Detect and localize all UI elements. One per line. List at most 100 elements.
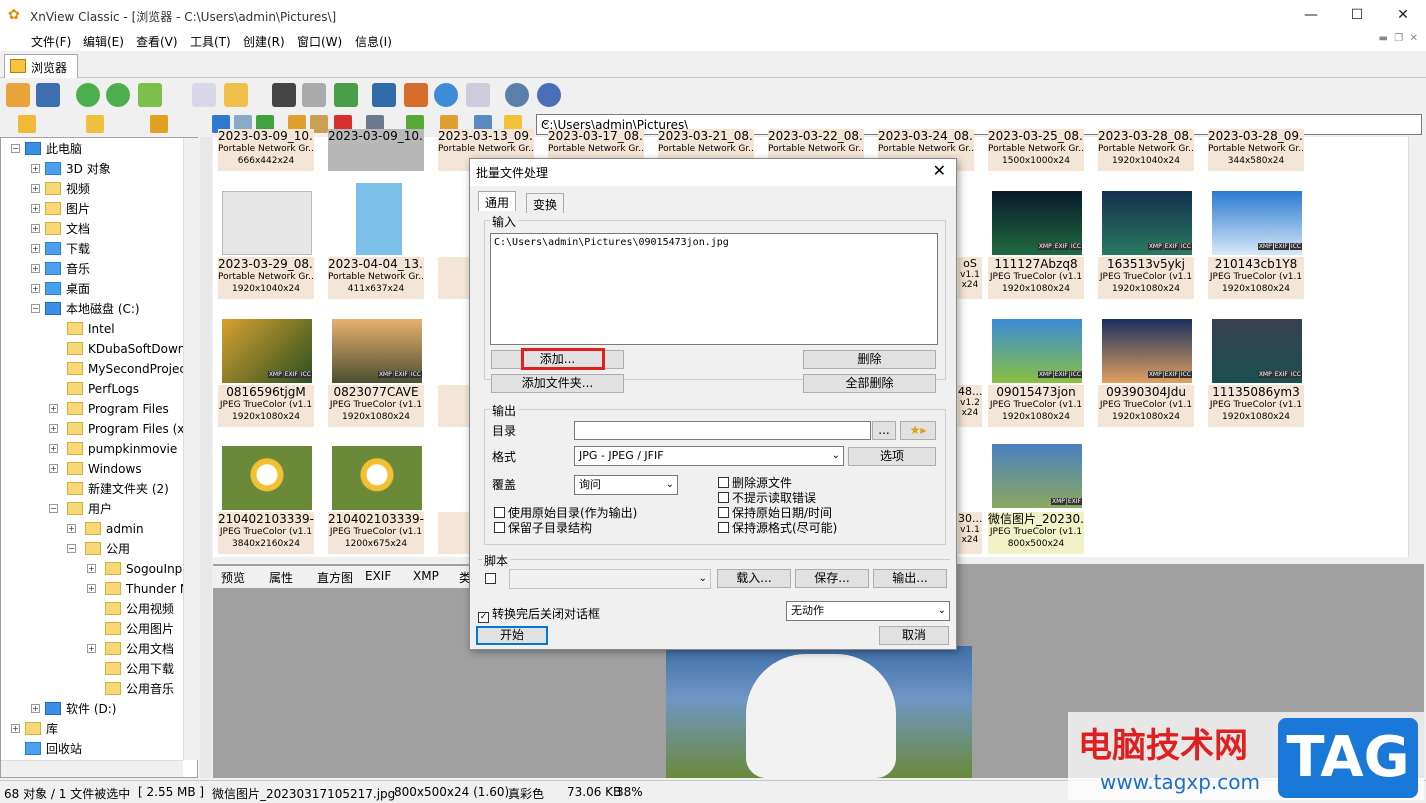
pane-splitter[interactable] bbox=[200, 137, 212, 778]
categories-pane-icon[interactable] bbox=[150, 115, 168, 133]
remove-all-button[interactable]: 全部删除 bbox=[803, 374, 936, 393]
tree-item[interactable]: − 用户 bbox=[49, 499, 112, 519]
print-icon[interactable] bbox=[302, 83, 326, 107]
file-list-item[interactable]: C:\Users\admin\Pictures\09015473jon.jpg bbox=[494, 237, 729, 248]
tree-item[interactable]: + Program Files (x bbox=[49, 419, 184, 439]
overwrite-select[interactable]: 询问 ⌄ bbox=[574, 475, 678, 495]
tree-item[interactable]: + Thunder N bbox=[87, 579, 189, 599]
capture-icon[interactable] bbox=[372, 83, 396, 107]
start-button[interactable]: 开始 bbox=[476, 626, 548, 645]
mdi-controls[interactable]: ▬ ❐ ✕ bbox=[1378, 33, 1418, 44]
refresh-icon[interactable] bbox=[76, 83, 100, 107]
tree-item[interactable]: + 下载 bbox=[31, 239, 90, 259]
tree-item[interactable]: 回收站 bbox=[11, 739, 82, 759]
tree-item[interactable]: + admin bbox=[67, 519, 144, 539]
tree-item[interactable]: 公用图片 bbox=[105, 619, 174, 639]
tree-item[interactable]: + 图片 bbox=[31, 199, 90, 219]
tree-item[interactable]: + 视频 bbox=[31, 179, 90, 199]
directory-input[interactable] bbox=[574, 421, 871, 440]
convert-icon[interactable] bbox=[334, 83, 358, 107]
tab-properties[interactable]: 属性 bbox=[269, 569, 293, 586]
menu-tools[interactable]: 工具(T) bbox=[190, 33, 231, 50]
tree-horizontal-scrollbar[interactable] bbox=[1, 760, 183, 777]
tree-item[interactable]: − 公用 bbox=[67, 539, 130, 559]
favorites-pane-icon[interactable] bbox=[86, 115, 104, 133]
tree-item[interactable]: + 桌面 bbox=[31, 279, 90, 299]
keep-format-checkbox[interactable]: 保持源格式(尽可能) bbox=[718, 519, 837, 536]
recycle-bin-icon bbox=[25, 742, 41, 755]
dialog-close-button[interactable]: ✕ bbox=[933, 161, 946, 180]
remove-button[interactable]: 删除 bbox=[803, 350, 936, 369]
menu-file[interactable]: 文件(F) bbox=[31, 33, 71, 50]
tree-vertical-scrollbar[interactable] bbox=[183, 138, 198, 760]
import-icon[interactable] bbox=[138, 83, 162, 107]
keep-subdir-checkbox[interactable]: 保留子目录结构 bbox=[494, 519, 592, 536]
script-select[interactable]: ⌄ bbox=[509, 569, 711, 589]
tree-item[interactable]: + Program Files bbox=[49, 399, 169, 419]
dialog-title: 批量文件处理 bbox=[476, 166, 549, 180]
slideshow-icon[interactable] bbox=[404, 83, 428, 107]
menu-edit[interactable]: 编辑(E) bbox=[83, 33, 124, 50]
load-button[interactable]: 载入... bbox=[717, 569, 791, 588]
tab-exif[interactable]: EXIF bbox=[365, 569, 391, 583]
folders-pane-icon[interactable] bbox=[18, 115, 36, 133]
tree-item[interactable]: PerfLogs bbox=[67, 379, 139, 399]
thumbnail-image bbox=[222, 446, 312, 510]
menu-window[interactable]: 窗口(W) bbox=[297, 33, 342, 50]
tree-item[interactable]: − 此电脑 bbox=[11, 139, 82, 159]
tree-item[interactable]: − 本地磁盘 (C:) bbox=[31, 299, 140, 319]
web-icon[interactable] bbox=[434, 83, 458, 107]
tree-item[interactable]: + 文档 bbox=[31, 219, 90, 239]
menu-view[interactable]: 查看(V) bbox=[136, 33, 178, 50]
settings-icon[interactable] bbox=[505, 83, 529, 107]
binoculars-icon[interactable] bbox=[272, 83, 296, 107]
open-icon[interactable] bbox=[224, 83, 248, 107]
tab-general[interactable]: 通用 bbox=[478, 191, 517, 211]
fullscreen-icon[interactable] bbox=[36, 83, 60, 107]
tree-item[interactable]: +3D 对象 bbox=[31, 159, 111, 179]
browse-button[interactable]: ... bbox=[872, 421, 896, 440]
tree-item[interactable]: MySecondProjec bbox=[67, 359, 186, 379]
tree-item[interactable]: 公用视频 bbox=[105, 599, 174, 619]
options-button[interactable]: 选项 bbox=[848, 447, 936, 466]
browser-icon[interactable] bbox=[6, 83, 30, 107]
info-doc-icon[interactable] bbox=[192, 83, 216, 107]
cancel-button[interactable]: 取消 bbox=[879, 626, 949, 645]
save-script-button[interactable]: 保存... bbox=[795, 569, 869, 588]
tab-histogram[interactable]: 直方图 bbox=[317, 569, 353, 586]
thumbnail-scrollbar[interactable] bbox=[1408, 137, 1424, 557]
post-action-select[interactable]: 无动作 ⌄ bbox=[786, 601, 950, 621]
tab-browser[interactable]: 浏览器 bbox=[4, 54, 78, 78]
maximize-button[interactable]: ☐ bbox=[1334, 0, 1380, 31]
chevron-down-icon[interactable]: ⌄ bbox=[541, 115, 1419, 128]
close-after-checkbox[interactable]: ✓ 转换完后关闭对话框 bbox=[478, 605, 600, 623]
script-enable-checkbox[interactable] bbox=[485, 572, 499, 586]
tree-item[interactable]: 公用音乐 bbox=[105, 679, 174, 699]
tree-item[interactable]: KDubaSoftDown bbox=[67, 339, 185, 359]
rotate-icon[interactable] bbox=[106, 83, 130, 107]
tree-item[interactable]: + Windows bbox=[49, 459, 142, 479]
tree-item[interactable]: + SogouInp bbox=[87, 559, 182, 579]
tree-item[interactable]: 公用下载 bbox=[105, 659, 174, 679]
file-list[interactable]: C:\Users\admin\Pictures\09015473jon.jpg bbox=[490, 233, 938, 345]
close-button[interactable]: ✕ bbox=[1380, 0, 1426, 31]
favorite-dir-button[interactable]: ★▸ bbox=[900, 421, 936, 440]
tree-item[interactable]: 新建文件夹 (2) bbox=[67, 479, 169, 499]
minimize-button[interactable]: — bbox=[1288, 0, 1334, 31]
tab-transform[interactable]: 变换 bbox=[526, 193, 565, 213]
contact-sheet-icon[interactable] bbox=[466, 83, 490, 107]
add-folder-button[interactable]: 添加文件夹... bbox=[491, 374, 624, 393]
export-button[interactable]: 输出... bbox=[873, 569, 947, 588]
tab-xmp[interactable]: XMP bbox=[413, 569, 439, 583]
tree-item[interactable]: + 库 bbox=[11, 719, 58, 739]
tree-item[interactable]: + 公用文档 bbox=[87, 639, 174, 659]
format-select[interactable]: JPG - JPEG / JFIF ⌄ bbox=[574, 446, 844, 466]
about-icon[interactable] bbox=[537, 83, 561, 107]
menu-info[interactable]: 信息(I) bbox=[355, 33, 392, 50]
tree-item[interactable]: Intel bbox=[67, 319, 115, 339]
tab-preview[interactable]: 预览 bbox=[221, 569, 245, 586]
tree-item[interactable]: + 音乐 bbox=[31, 259, 90, 279]
tree-item[interactable]: + pumpkinmovie bbox=[49, 439, 177, 459]
tree-item[interactable]: + 软件 (D:) bbox=[31, 699, 116, 719]
menu-create[interactable]: 创建(R) bbox=[243, 33, 285, 50]
